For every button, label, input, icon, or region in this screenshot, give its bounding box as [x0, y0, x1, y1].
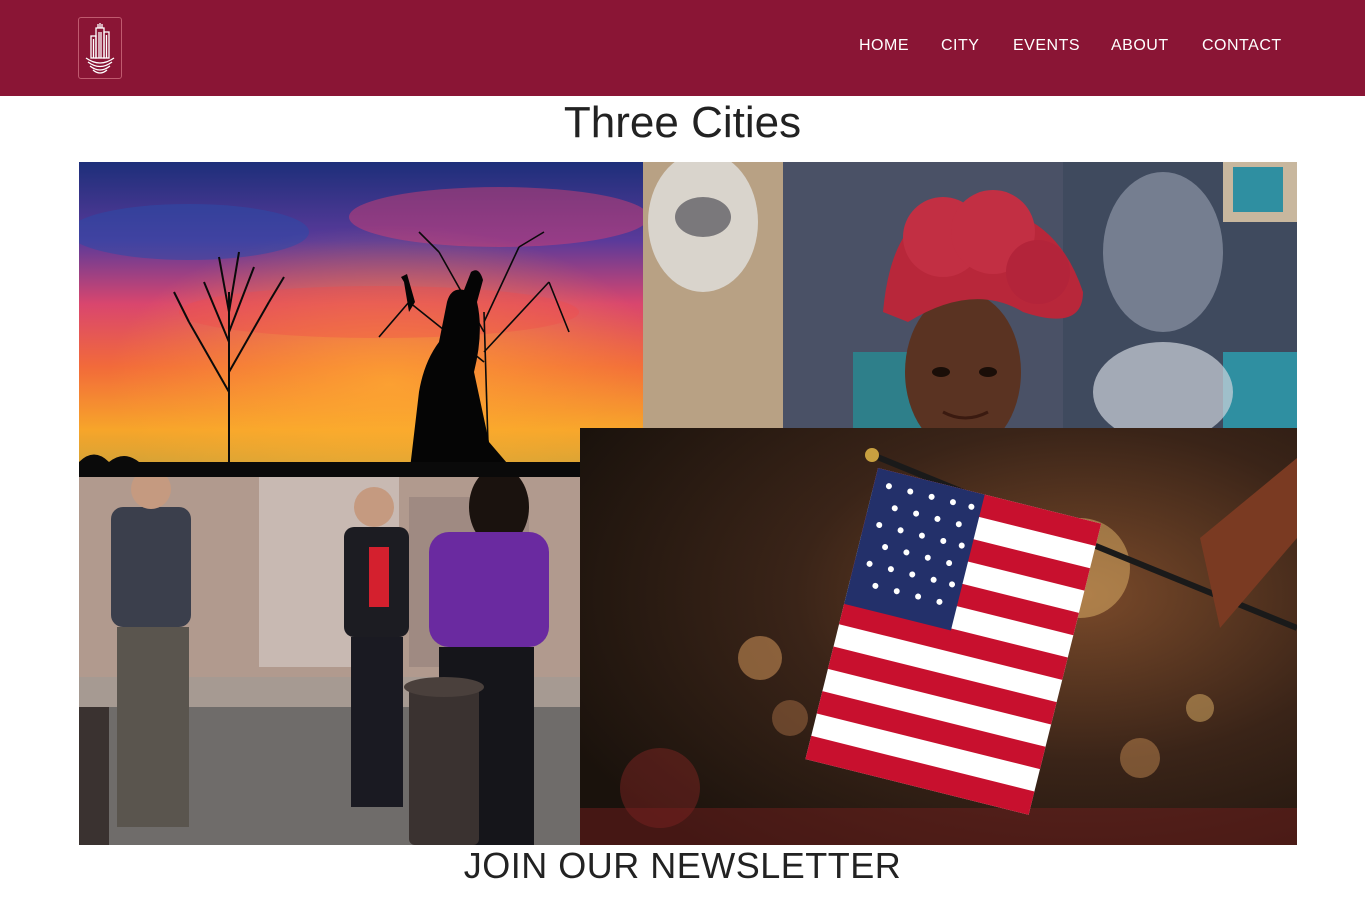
- nav-about-link[interactable]: ABOUT: [1111, 37, 1169, 55]
- top-navbar: HOME CITY EVENTS ABOUT CONTACT: [0, 0, 1365, 96]
- flag-image: [580, 428, 1297, 845]
- portrait-image: [643, 162, 1297, 428]
- page-title: Three Cities: [563, 98, 802, 147]
- newsletter-heading: JOIN OUR NEWSLETTER: [463, 845, 902, 886]
- american-flag-photo: [580, 428, 1297, 845]
- nav-events-link[interactable]: EVENTS: [1013, 37, 1080, 55]
- nav-contact-link[interactable]: CONTACT: [1202, 37, 1282, 55]
- sunset-statue-photo: [79, 162, 643, 477]
- main-nav: HOME CITY EVENTS ABOUT CONTACT: [0, 37, 1365, 57]
- sunset-image: [79, 162, 643, 477]
- people-street-photo: [79, 477, 580, 845]
- people-image: [79, 477, 580, 845]
- woman-mural-portrait-photo: [643, 162, 1297, 428]
- photo-collage: [79, 162, 1297, 845]
- nav-home-link[interactable]: HOME: [859, 37, 909, 55]
- nav-city-link[interactable]: CITY: [941, 37, 979, 55]
